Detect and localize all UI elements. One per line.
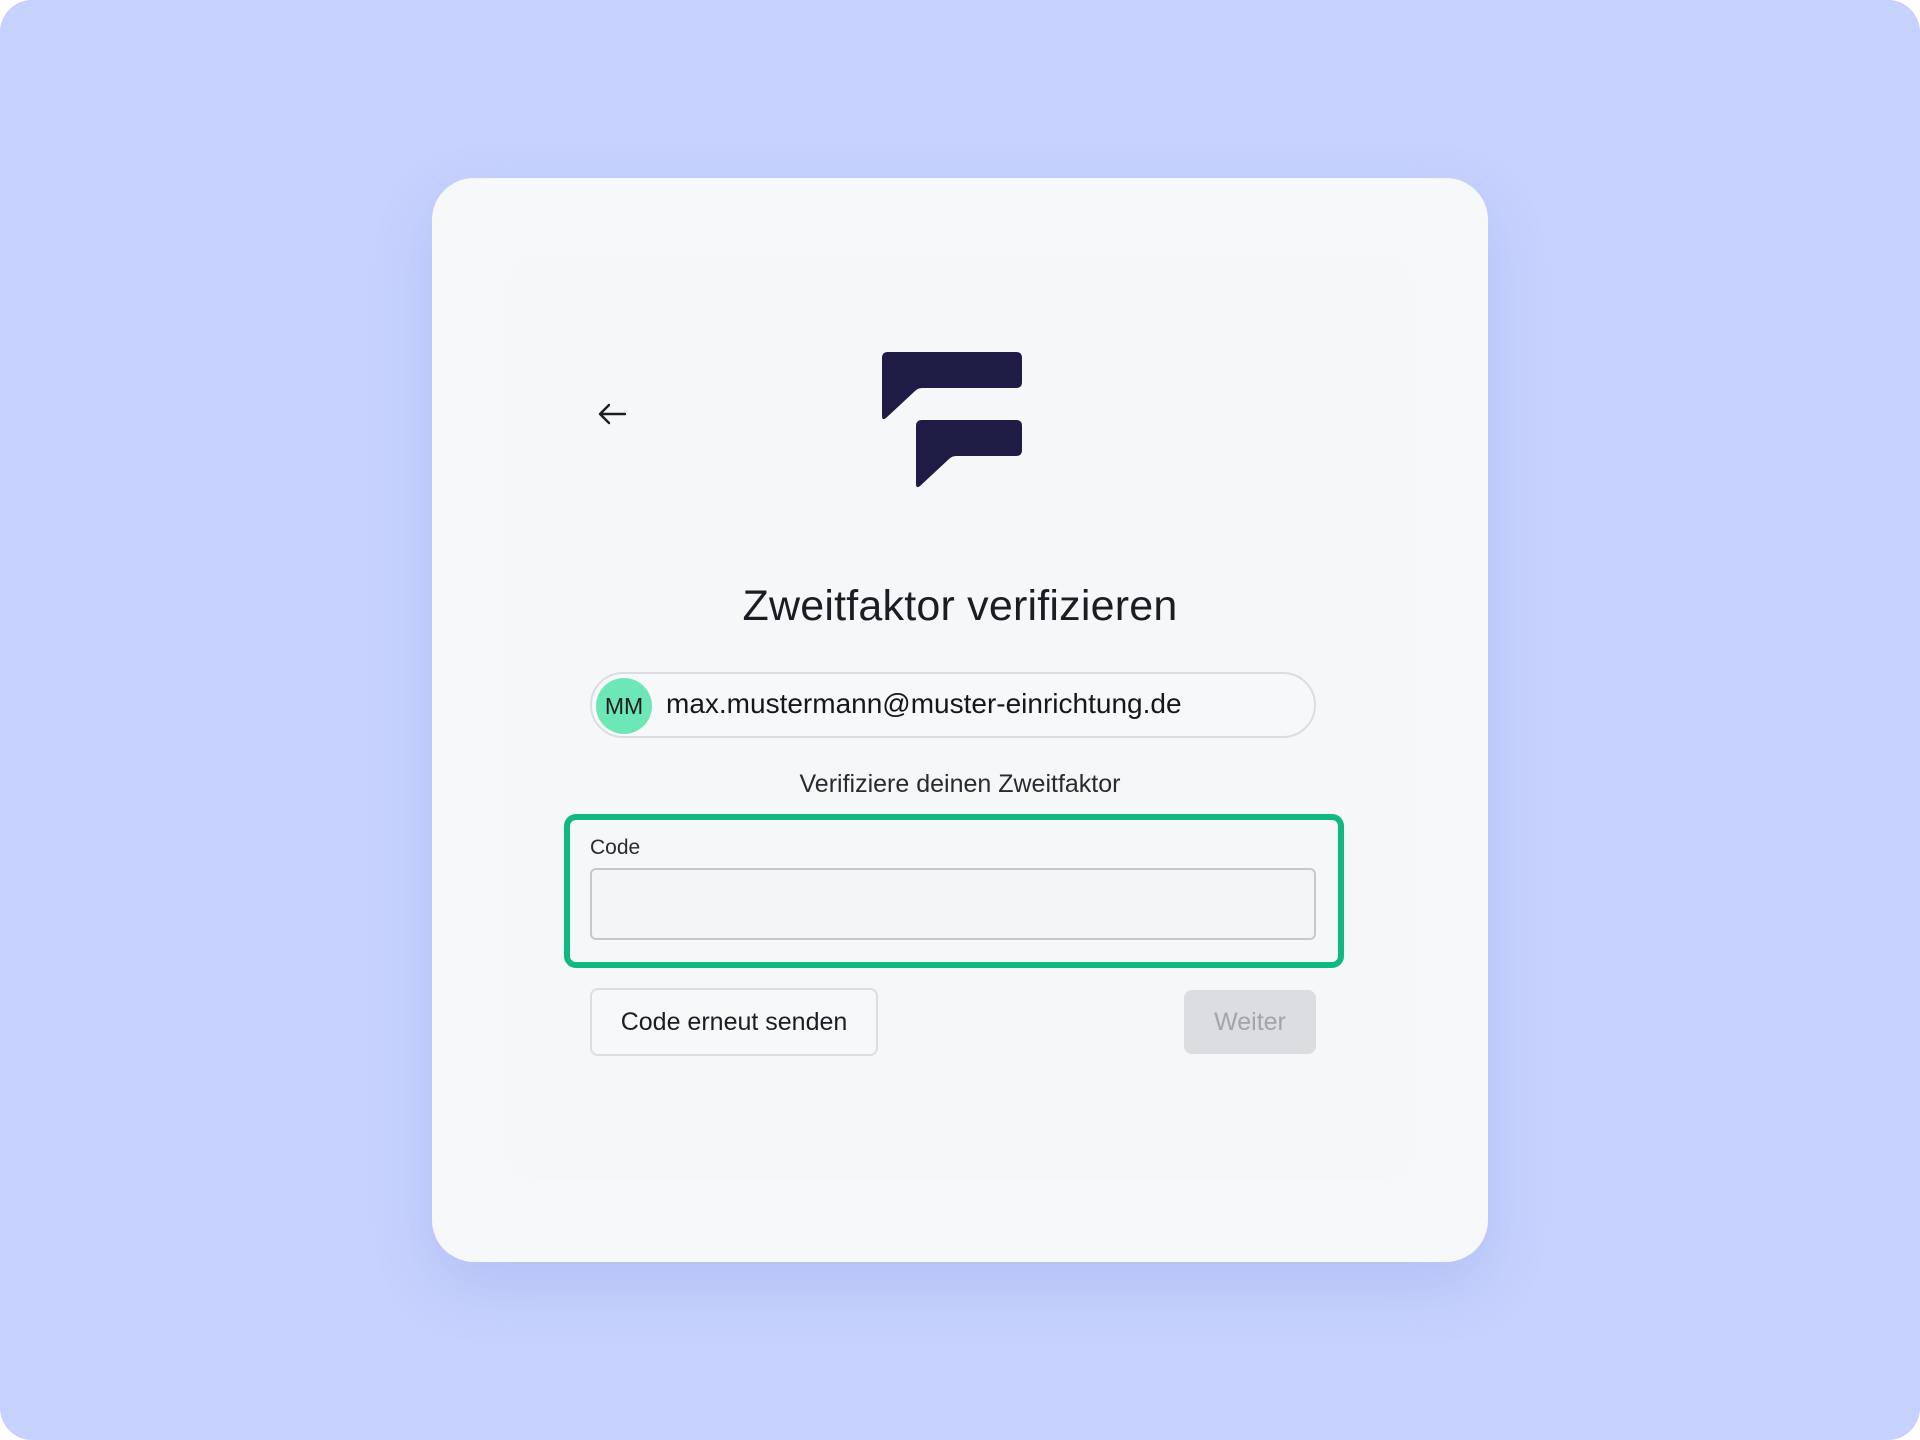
resend-code-button[interactable]: Code erneut senden xyxy=(590,988,878,1056)
account-email: max.mustermann@muster-einrichtung.de xyxy=(666,688,1182,719)
next-button[interactable]: Weiter xyxy=(1184,990,1316,1054)
page-background: Zweitfaktor verifizieren MM max.musterma… xyxy=(0,0,1920,1440)
brand-logo xyxy=(882,352,1022,488)
code-input[interactable] xyxy=(590,868,1316,940)
instruction-text: Verifiziere deinen Zweitfaktor xyxy=(799,770,1121,798)
code-label: Code xyxy=(590,836,641,859)
avatar: MM xyxy=(596,678,652,734)
verification-card: Zweitfaktor verifizieren MM max.musterma… xyxy=(432,178,1488,1262)
arrow-left-icon xyxy=(598,403,627,425)
back-button[interactable] xyxy=(592,394,632,434)
page-title: Zweitfaktor verifizieren xyxy=(742,582,1178,630)
account-chip[interactable]: MM max.mustermann@muster-einrichtung.de xyxy=(590,672,1316,738)
